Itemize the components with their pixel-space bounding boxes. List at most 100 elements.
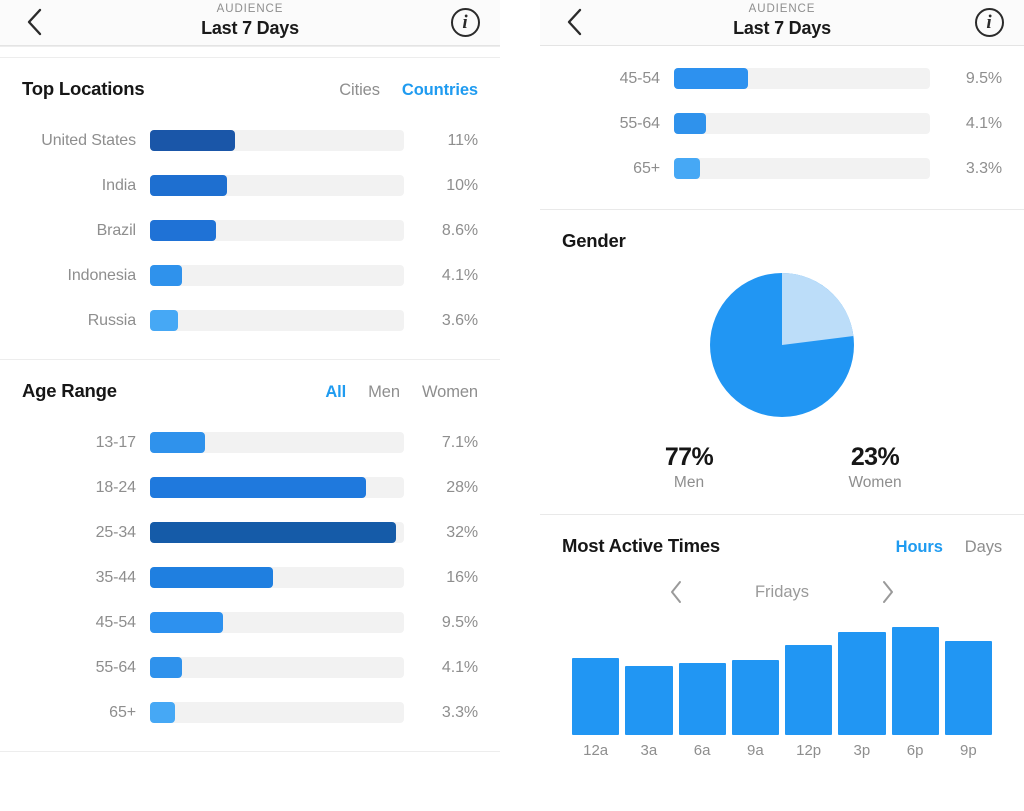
info-circle-icon: i xyxy=(974,7,1004,37)
age-range-tabs: All Men Women xyxy=(325,383,478,402)
column-bar xyxy=(678,663,726,735)
tab-all[interactable]: All xyxy=(325,383,346,402)
bar-row-value: 8.6% xyxy=(441,221,478,239)
column-item xyxy=(678,627,726,735)
tab-countries[interactable]: Countries xyxy=(402,81,478,100)
bar-fill xyxy=(150,477,366,498)
bar-row-label: 65+ xyxy=(109,703,136,721)
bar-row: 65+ 3.3% xyxy=(562,146,1002,191)
bar-fill xyxy=(674,158,700,179)
top-locations-bar-list: United States 11% India 10% Brazil 8.6% Indone… xyxy=(22,104,478,359)
column-item xyxy=(891,627,939,735)
tab-cities[interactable]: Cities xyxy=(339,81,380,100)
bar-fill xyxy=(150,130,235,151)
bar-fill xyxy=(150,702,176,723)
tab-hours[interactable]: Hours xyxy=(896,538,943,557)
bar-track xyxy=(674,158,930,179)
bar-row: Russia 3.6% xyxy=(22,298,478,343)
most-active-times-body: Fridays 12a 3a 6a 9a 12p 3p 6p 9p xyxy=(562,561,1002,759)
most-active-times-header: Most Active Times Hours Days xyxy=(562,515,1002,561)
tab-men[interactable]: Men xyxy=(368,383,400,402)
tab-days[interactable]: Days xyxy=(965,538,1002,557)
most-active-times-title: Most Active Times xyxy=(562,535,721,556)
age-range-header: Age Range All Men Women xyxy=(22,360,478,406)
column-tick-label: 3a xyxy=(640,742,658,759)
gender-stat-men: 77% Men xyxy=(596,442,782,492)
day-navigator: Fridays xyxy=(562,579,1002,605)
pie-slice-women xyxy=(782,273,854,345)
bar-fill xyxy=(150,220,217,241)
bar-row-value: 28% xyxy=(446,478,478,496)
column-tick-label: 9a xyxy=(747,742,764,759)
section-gender: Gender 77% Men 23% Women xyxy=(540,210,1024,514)
most-active-times-tabs: Hours Days xyxy=(896,538,1002,557)
bar-row: 45-54 9.5% xyxy=(22,600,478,645)
bar-row-label: 25-34 xyxy=(95,523,137,541)
gender-stats: 77% Men 23% Women xyxy=(562,442,1002,492)
bar-fill xyxy=(150,310,178,331)
section-age-range-continued: 45-54 9.5% 55-64 4.1% 65+ 3.3% xyxy=(540,46,1024,209)
bar-track xyxy=(150,612,404,633)
bar-track xyxy=(150,130,404,151)
section-top-locations: Top Locations Cities Countries United St… xyxy=(0,58,500,359)
bar-track xyxy=(150,522,404,543)
age-range-bar-list: 13-17 7.1% 18-24 28% 25-34 32% 35-44 16% 45-54 9.… xyxy=(22,406,478,751)
column-bar xyxy=(572,657,620,735)
bar-row-label: 45-54 xyxy=(619,69,661,87)
bar-fill xyxy=(150,265,182,286)
info-button[interactable]: i xyxy=(448,5,482,39)
bar-track xyxy=(150,702,404,723)
bar-fill xyxy=(150,567,274,588)
bar-row: 55-64 4.1% xyxy=(562,101,1002,146)
nav-header-left: AUDIENCE Last 7 Days i xyxy=(0,0,500,46)
column-tick-label: 6p xyxy=(906,742,924,759)
bar-fill xyxy=(674,113,706,134)
bar-row-value: 3.3% xyxy=(965,159,1002,177)
previous-day-button[interactable] xyxy=(664,579,688,605)
bar-row-value: 32% xyxy=(446,523,478,541)
bar-track xyxy=(150,265,404,286)
gender-men-label: Men xyxy=(673,474,705,491)
info-button-right[interactable]: i xyxy=(972,5,1006,39)
bar-fill xyxy=(150,657,182,678)
hourly-activity-chart xyxy=(562,627,1002,735)
column-item xyxy=(731,627,779,735)
bar-row: Indonesia 4.1% xyxy=(22,253,478,298)
bar-row: 25-34 32% xyxy=(22,510,478,555)
section-most-active-times: Most Active Times Hours Days Fridays 12a… xyxy=(540,515,1024,759)
bar-row: India 10% xyxy=(22,163,478,208)
top-locations-title: Top Locations xyxy=(22,78,145,99)
right-phone-panel: AUDIENCE Last 7 Days i 45-54 9.5% 55-64 4.1… xyxy=(540,0,1024,811)
bar-fill xyxy=(150,175,227,196)
tab-women[interactable]: Women xyxy=(422,383,478,402)
bar-row-value: 9.5% xyxy=(441,613,478,631)
column-tick-label: 6a xyxy=(693,742,711,759)
column-bar xyxy=(944,640,992,735)
bar-track xyxy=(150,220,404,241)
nav-kicker-right: AUDIENCE xyxy=(748,3,816,15)
column-tick-label: 9p xyxy=(960,742,977,759)
column-tick-label: 12a xyxy=(583,742,609,759)
bar-track xyxy=(150,310,404,331)
bar-row-value: 11% xyxy=(447,131,478,149)
bar-row-label: United States xyxy=(41,131,136,149)
bar-row: 65+ 3.3% xyxy=(22,690,478,735)
bar-track xyxy=(150,432,404,453)
bar-row-value: 3.3% xyxy=(441,703,478,721)
column-bar xyxy=(731,659,779,735)
gender-pie-wrap xyxy=(562,270,1002,420)
gender-title: Gender xyxy=(562,230,626,251)
bar-row: 35-44 16% xyxy=(22,555,478,600)
chevron-right-icon xyxy=(883,581,893,603)
nav-header-right: AUDIENCE Last 7 Days i xyxy=(540,0,1024,46)
next-day-button[interactable] xyxy=(876,579,900,605)
gender-women-percent: 23% xyxy=(850,443,900,471)
gender-men-percent: 77% xyxy=(664,443,714,471)
bar-row-label: Brazil xyxy=(96,221,137,239)
bar-row-label: 35-44 xyxy=(95,568,137,586)
bar-row-value: 9.5% xyxy=(965,69,1002,87)
bar-row: Brazil 8.6% xyxy=(22,208,478,253)
column-item xyxy=(944,627,992,735)
column-tick-label: 12p xyxy=(796,742,822,759)
